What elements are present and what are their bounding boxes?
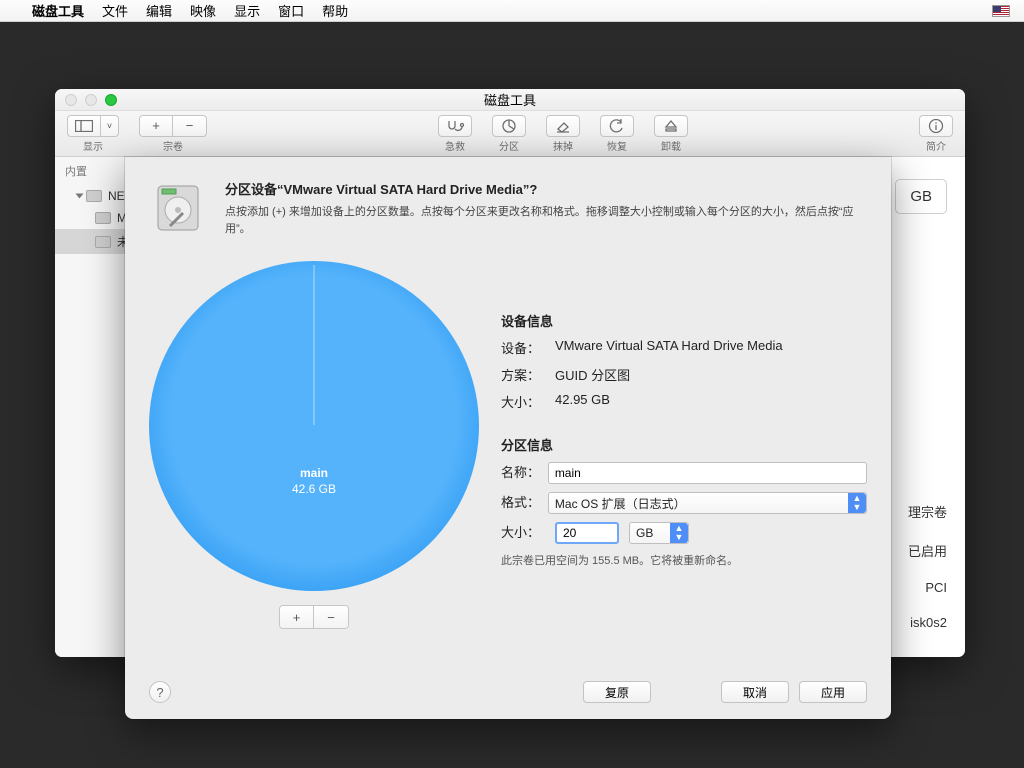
unmount-button[interactable] bbox=[654, 115, 688, 137]
first-aid-button[interactable] bbox=[438, 115, 472, 137]
total-size-label: 大小： bbox=[501, 392, 555, 411]
toolbar-label-volume: 宗卷 bbox=[163, 138, 183, 153]
stethoscope-icon bbox=[446, 119, 464, 133]
pie-segment-size: 42.6 GB bbox=[292, 482, 336, 496]
menu-edit[interactable]: 编辑 bbox=[146, 1, 172, 20]
system-menubar: 磁盘工具 文件 编辑 映像 显示 窗口 帮助 bbox=[0, 0, 1024, 22]
remove-volume-button[interactable]: − bbox=[173, 115, 207, 137]
device-value: VMware Virtual SATA Hard Drive Media bbox=[555, 338, 867, 357]
hard-drive-icon bbox=[149, 179, 207, 237]
device-label: 设备： bbox=[501, 338, 555, 357]
detail-label: 理宗卷 bbox=[908, 502, 947, 521]
toolbar-label-erase: 抹掉 bbox=[553, 138, 573, 153]
menu-image[interactable]: 映像 bbox=[190, 1, 216, 20]
chevron-updown-icon: ▲▼ bbox=[670, 523, 688, 543]
disk-icon bbox=[95, 212, 111, 224]
toolbar-label-show: 显示 bbox=[83, 138, 103, 153]
capacity-pill: GB bbox=[895, 179, 947, 214]
partition-info-heading: 分区信息 bbox=[501, 435, 867, 454]
disclosure-triangle-icon[interactable] bbox=[76, 194, 84, 199]
sidebar-toggle-button[interactable] bbox=[67, 115, 101, 137]
disk-icon bbox=[86, 190, 102, 202]
menu-view[interactable]: 显示 bbox=[234, 1, 260, 20]
partition-note: 此宗卷已用空间为 155.5 MB。它将被重新命名。 bbox=[501, 552, 867, 568]
toolbar-label-firstaid: 急救 bbox=[445, 138, 465, 153]
restore-button[interactable] bbox=[600, 115, 634, 137]
eject-icon bbox=[664, 119, 678, 133]
size-unit-value: GB bbox=[636, 526, 653, 540]
format-select-value: Mac OS 扩展（日志式） bbox=[555, 495, 686, 512]
format-select[interactable]: Mac OS 扩展（日志式） ▲▼ bbox=[548, 492, 867, 514]
zoom-window-button[interactable] bbox=[105, 94, 117, 106]
toolbar-label-restore: 恢复 bbox=[607, 138, 627, 153]
pie-segment-name: main bbox=[149, 466, 479, 480]
add-volume-button[interactable]: + bbox=[139, 115, 173, 137]
partition-pie-chart[interactable]: main 42.6 GB bbox=[149, 261, 479, 591]
dialog-title: 分区设备“VMware Virtual SATA Hard Drive Medi… bbox=[225, 179, 867, 198]
close-window-button[interactable] bbox=[65, 94, 77, 106]
toolbar-label-unmount: 卸载 bbox=[661, 138, 681, 153]
scheme-value: GUID 分区图 bbox=[555, 365, 867, 384]
app-menu[interactable]: 磁盘工具 bbox=[32, 1, 84, 20]
toolbar-label-partition: 分区 bbox=[499, 138, 519, 153]
info-button[interactable] bbox=[919, 115, 953, 137]
size-unit-select[interactable]: GB ▲▼ bbox=[629, 522, 689, 544]
size-label: 大小： bbox=[501, 522, 555, 544]
total-size-value: 42.95 GB bbox=[555, 392, 867, 411]
partition-name-input[interactable] bbox=[548, 462, 867, 484]
input-source-flag-icon[interactable] bbox=[992, 5, 1010, 17]
chevron-updown-icon: ▲▼ bbox=[848, 493, 866, 513]
partition-dialog: 分区设备“VMware Virtual SATA Hard Drive Medi… bbox=[125, 157, 891, 719]
apply-button[interactable]: 应用 bbox=[799, 681, 867, 703]
info-icon bbox=[928, 118, 944, 134]
minimize-window-button[interactable] bbox=[85, 94, 97, 106]
device-info-heading: 设备信息 bbox=[501, 311, 867, 330]
restore-icon bbox=[609, 119, 625, 133]
eraser-icon bbox=[555, 119, 571, 133]
add-partition-button[interactable]: + bbox=[280, 606, 314, 628]
toolbar: ˅ 显示 + − 宗卷 急救 分区 抹掉 恢复 bbox=[55, 111, 965, 157]
format-label: 格式： bbox=[501, 492, 548, 514]
detail-label: PCI bbox=[908, 580, 947, 595]
toolbar-label-info: 简介 bbox=[926, 138, 946, 153]
remove-partition-button[interactable]: − bbox=[314, 606, 348, 628]
partition-size-input[interactable] bbox=[555, 522, 619, 544]
menu-help[interactable]: 帮助 bbox=[322, 1, 348, 20]
window-titlebar: 磁盘工具 bbox=[55, 89, 965, 111]
sidebar-dropdown-button[interactable]: ˅ bbox=[101, 115, 119, 137]
erase-button[interactable] bbox=[546, 115, 580, 137]
name-label: 名称： bbox=[501, 462, 548, 484]
cancel-button[interactable]: 取消 bbox=[721, 681, 789, 703]
help-button[interactable]: ? bbox=[149, 681, 171, 703]
detail-labels: 理宗卷 已启用 PCI isk0s2 bbox=[908, 502, 947, 630]
menu-file[interactable]: 文件 bbox=[102, 1, 128, 20]
detail-label: 已启用 bbox=[908, 541, 947, 560]
revert-button[interactable]: 复原 bbox=[583, 681, 651, 703]
disk-icon bbox=[95, 236, 111, 248]
window-controls bbox=[65, 94, 117, 106]
scheme-label: 方案： bbox=[501, 365, 555, 384]
menu-window[interactable]: 窗口 bbox=[278, 1, 304, 20]
partition-button[interactable] bbox=[492, 115, 526, 137]
pie-segment-label: main 42.6 GB bbox=[149, 466, 479, 496]
sidebar-icon bbox=[75, 120, 93, 132]
window-title: 磁盘工具 bbox=[484, 90, 536, 109]
detail-label: isk0s2 bbox=[908, 615, 947, 630]
dialog-description: 点按添加 (+) 来增加设备上的分区数量。点按每个分区来更改名称和格式。拖移调整… bbox=[225, 204, 867, 237]
pie-icon bbox=[501, 118, 517, 134]
